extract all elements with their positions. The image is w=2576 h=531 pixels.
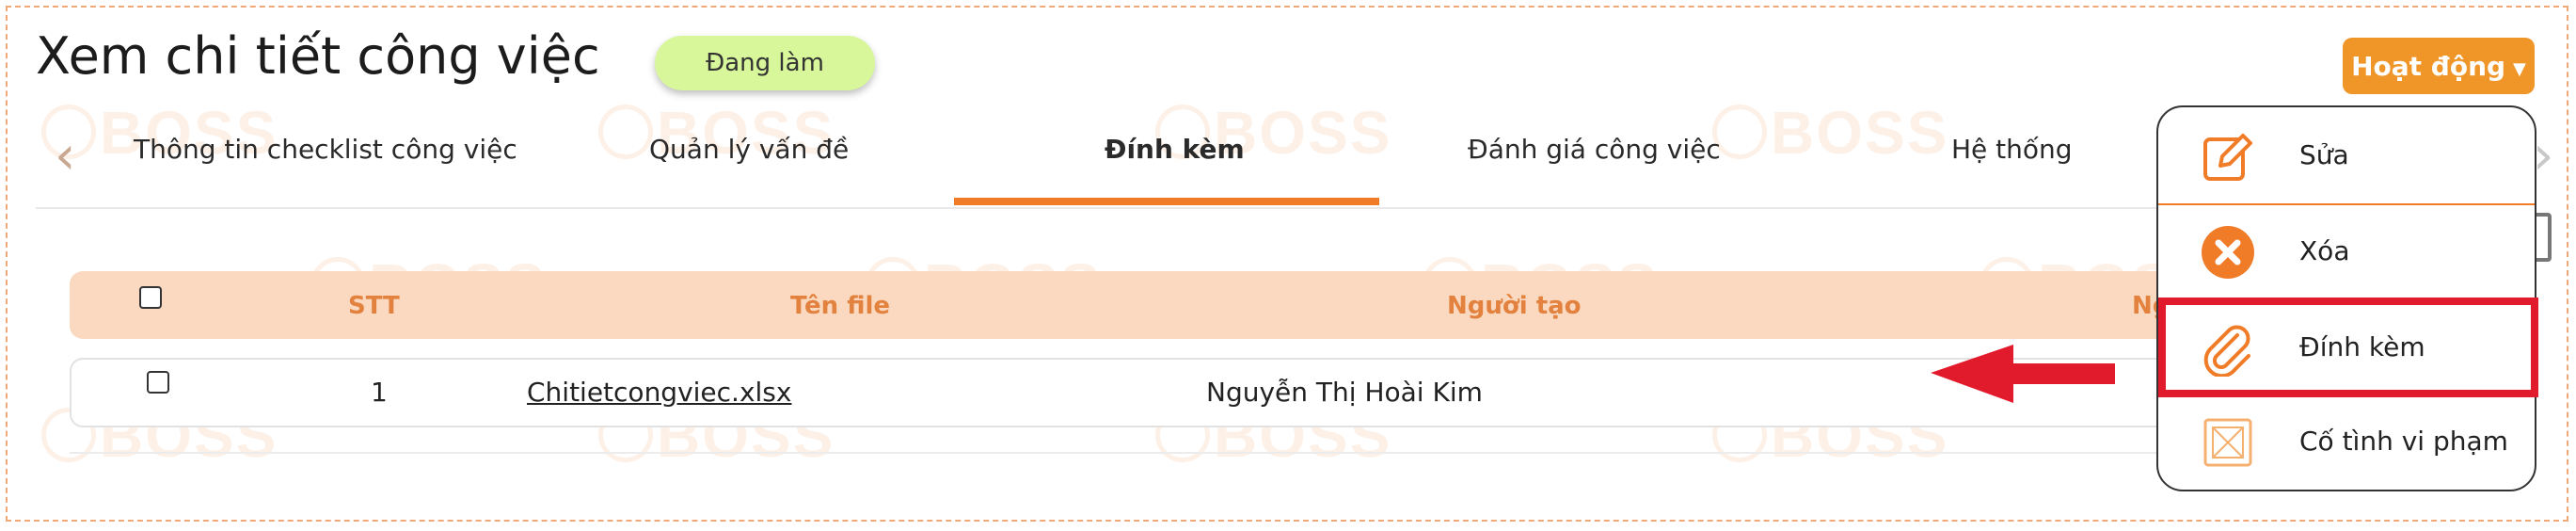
file-link[interactable]: Chitietcongviec.xlsx [527,377,791,408]
column-header-stt: STT [348,292,400,320]
action-button-label: Hoạt động [2351,50,2506,82]
row-creator: Nguyễn Thị Hoài Kim [1206,377,1483,408]
table-header: STT Tên file Người tạo Ng [70,271,2328,339]
column-header-creator: Người tạo [1447,292,1582,320]
menu-label-violation: Cố tình vi phạm [2299,426,2508,457]
edit-icon [2203,134,2252,181]
action-dropdown-button[interactable]: Hoạt động ▼ [2343,38,2535,94]
active-tab-indicator [954,198,1379,205]
select-all-checkbox[interactable] [139,286,162,309]
status-badge: Đang làm [655,36,875,90]
row-divider [70,452,2328,454]
tab-checklist[interactable]: Thông tin checklist công việc [134,134,517,165]
row-stt: 1 [371,377,388,408]
tab-issues[interactable]: Quản lý vấn đề [649,134,849,165]
row-checkbox[interactable] [147,371,169,394]
tab-scroll-left-icon[interactable]: ‹ [55,130,75,183]
delete-icon [2202,226,2254,279]
menu-item-edit[interactable]: Sửa [2158,107,2535,201]
menu-label-edit: Sửa [2299,139,2349,170]
tab-evaluation[interactable]: Đánh giá công việc [1468,134,1721,165]
menu-item-delete[interactable]: Xóa [2158,203,2535,298]
menu-item-violation[interactable]: Cố tình vi phạm [2158,394,2535,488]
highlight-annotation [2158,298,2538,397]
red-arrow-annotation [1931,345,2115,403]
page-title: Xem chi tiết công việc [36,26,600,86]
tabs-divider [36,207,2200,209]
menu-label-delete: Xóa [2299,235,2350,266]
violation-icon [2203,418,2252,467]
caret-down-icon: ▼ [2513,58,2526,79]
tab-attachments[interactable]: Đính kèm [1105,134,1245,165]
tab-system[interactable]: Hệ thống [1951,134,2073,165]
column-header-file: Tên file [790,292,891,320]
